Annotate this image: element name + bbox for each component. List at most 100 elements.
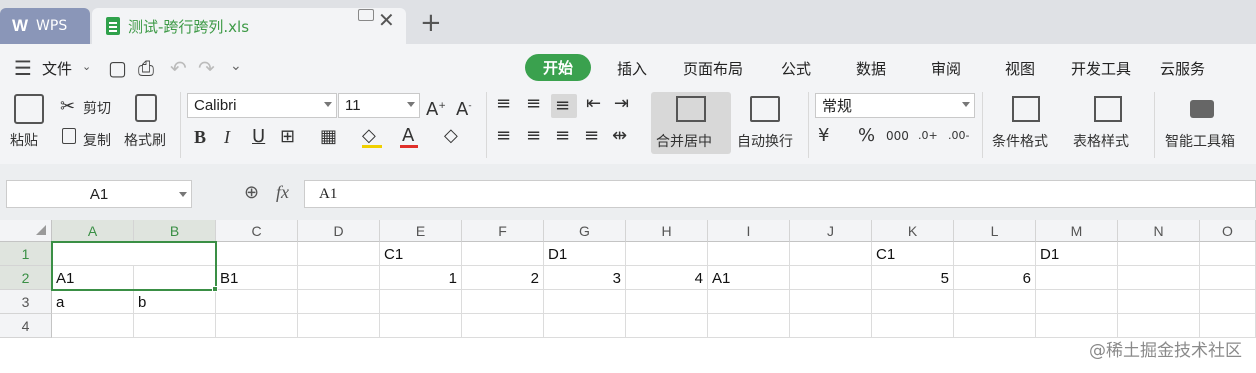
tab-developer[interactable]: 开发工具 [1071, 58, 1131, 79]
cell-k4[interactable] [872, 314, 954, 338]
column-header-b[interactable]: B [134, 220, 216, 242]
tab-review[interactable]: 审阅 [931, 58, 961, 79]
cell-c4[interactable] [216, 314, 298, 338]
cell-n3[interactable] [1118, 290, 1200, 314]
underline-icon[interactable]: U [252, 127, 265, 147]
cell-i1[interactable] [708, 242, 790, 266]
row-header-1[interactable]: 1 [0, 242, 52, 266]
cell-e2[interactable]: 1 [380, 266, 462, 290]
cell-o1[interactable] [1200, 242, 1256, 266]
cell-i2[interactable]: A1 [708, 266, 790, 290]
align-middle-icon[interactable]: ≡ [526, 94, 541, 114]
align-bottom-icon[interactable]: ≡ [555, 96, 570, 116]
copy-icon[interactable] [62, 128, 76, 144]
cell-a4[interactable] [52, 314, 134, 338]
paste-icon[interactable] [14, 94, 44, 124]
format-painter-button[interactable]: 格式刷 [124, 130, 166, 150]
cell-e1[interactable]: C1 [380, 242, 462, 266]
cell-o2[interactable] [1200, 266, 1256, 290]
wrap-text-button[interactable]: 自动换行 [737, 131, 793, 151]
italic-icon[interactable]: I [224, 127, 230, 147]
align-left-icon[interactable]: ≡ [496, 126, 511, 146]
bold-icon[interactable]: B [194, 127, 206, 147]
increase-font-icon[interactable]: A+ [426, 96, 446, 120]
cell-g4[interactable] [544, 314, 626, 338]
column-header-o[interactable]: O [1200, 220, 1256, 242]
cell-h1[interactable] [626, 242, 708, 266]
toolbox-icon[interactable] [1190, 100, 1214, 118]
row-header-2[interactable]: 2 [0, 266, 52, 290]
formula-input[interactable]: A1 [304, 180, 1256, 208]
border-icon[interactable]: ⊞ [280, 127, 295, 147]
decrease-decimal-icon[interactable]: .00- [948, 126, 969, 146]
clear-icon[interactable]: ◇ [444, 126, 458, 146]
window-mode-icon[interactable] [358, 9, 374, 21]
cell-e3[interactable] [380, 290, 462, 314]
thousands-icon[interactable]: 000 [886, 126, 909, 146]
fill-handle[interactable] [212, 286, 218, 292]
justify-icon[interactable]: ≡ [584, 126, 599, 146]
table-style-icon[interactable] [1094, 96, 1122, 122]
conditional-format-icon[interactable] [1012, 96, 1040, 122]
redo-icon[interactable]: ↷ [198, 56, 215, 80]
number-format-select[interactable]: 常规 [815, 93, 975, 118]
close-tab-icon[interactable]: ✕ [378, 8, 395, 32]
conditional-format-button[interactable]: 条件格式 [992, 131, 1048, 151]
cell-o3[interactable] [1200, 290, 1256, 314]
cell-h3[interactable] [626, 290, 708, 314]
cut-button[interactable]: 剪切 [83, 98, 111, 118]
align-center-icon[interactable]: ≡ [526, 126, 541, 146]
column-header-k[interactable]: K [872, 220, 954, 242]
format-painter-icon[interactable] [135, 94, 157, 122]
cell-c2[interactable]: B1 [216, 266, 298, 290]
font-size-select[interactable]: 11 [338, 93, 420, 118]
cell-n4[interactable] [1118, 314, 1200, 338]
tab-start[interactable]: 开始 [525, 54, 591, 81]
cell-k3[interactable] [872, 290, 954, 314]
cell-c1[interactable] [216, 242, 298, 266]
decrease-font-icon[interactable]: A- [456, 96, 472, 120]
cell-j3[interactable] [790, 290, 872, 314]
cell-i3[interactable] [708, 290, 790, 314]
align-right-icon[interactable]: ≡ [555, 126, 570, 146]
column-header-a[interactable]: A [52, 220, 134, 242]
tab-cloud[interactable]: 云服务 [1160, 58, 1205, 79]
align-top-icon[interactable]: ≡ [496, 94, 511, 114]
fx-icon[interactable]: fx [276, 182, 289, 203]
cell-style-icon[interactable]: ▦ [320, 127, 337, 147]
cell-o4[interactable] [1200, 314, 1256, 338]
cell-g3[interactable] [544, 290, 626, 314]
currency-icon[interactable]: ¥ [818, 126, 829, 146]
wps-home-tab[interactable]: W WPS [0, 8, 90, 44]
cell-c3[interactable] [216, 290, 298, 314]
menu-file[interactable]: 文件 [42, 58, 72, 79]
distribute-icon[interactable]: ⇹ [612, 126, 627, 146]
name-box[interactable]: A1 [6, 180, 192, 208]
font-name-select[interactable]: Calibri [187, 93, 337, 118]
tab-formula[interactable]: 公式 [781, 58, 811, 79]
cell-d3[interactable] [298, 290, 380, 314]
hamburger-menu-icon[interactable]: ☰ [14, 56, 32, 80]
column-header-g[interactable]: G [544, 220, 626, 242]
column-header-n[interactable]: N [1118, 220, 1200, 242]
cell-i4[interactable] [708, 314, 790, 338]
column-header-m[interactable]: M [1036, 220, 1118, 242]
cell-d4[interactable] [298, 314, 380, 338]
cell-m3[interactable] [1036, 290, 1118, 314]
cell-m2[interactable] [1036, 266, 1118, 290]
cell-m4[interactable] [1036, 314, 1118, 338]
cell-f4[interactable] [462, 314, 544, 338]
wrap-text-icon[interactable] [750, 96, 780, 122]
undo-icon[interactable]: ↶ [170, 56, 187, 80]
cell-l1[interactable] [954, 242, 1036, 266]
copy-button[interactable]: 复制 [83, 130, 111, 150]
column-header-f[interactable]: F [462, 220, 544, 242]
cell-l4[interactable] [954, 314, 1036, 338]
cell-b4[interactable] [134, 314, 216, 338]
chevron-down-icon[interactable]: ⌄ [82, 60, 91, 73]
cell-f2[interactable]: 2 [462, 266, 544, 290]
cell-b3[interactable]: b [134, 290, 216, 314]
cell-l3[interactable] [954, 290, 1036, 314]
cell-f1[interactable] [462, 242, 544, 266]
cell-e4[interactable] [380, 314, 462, 338]
